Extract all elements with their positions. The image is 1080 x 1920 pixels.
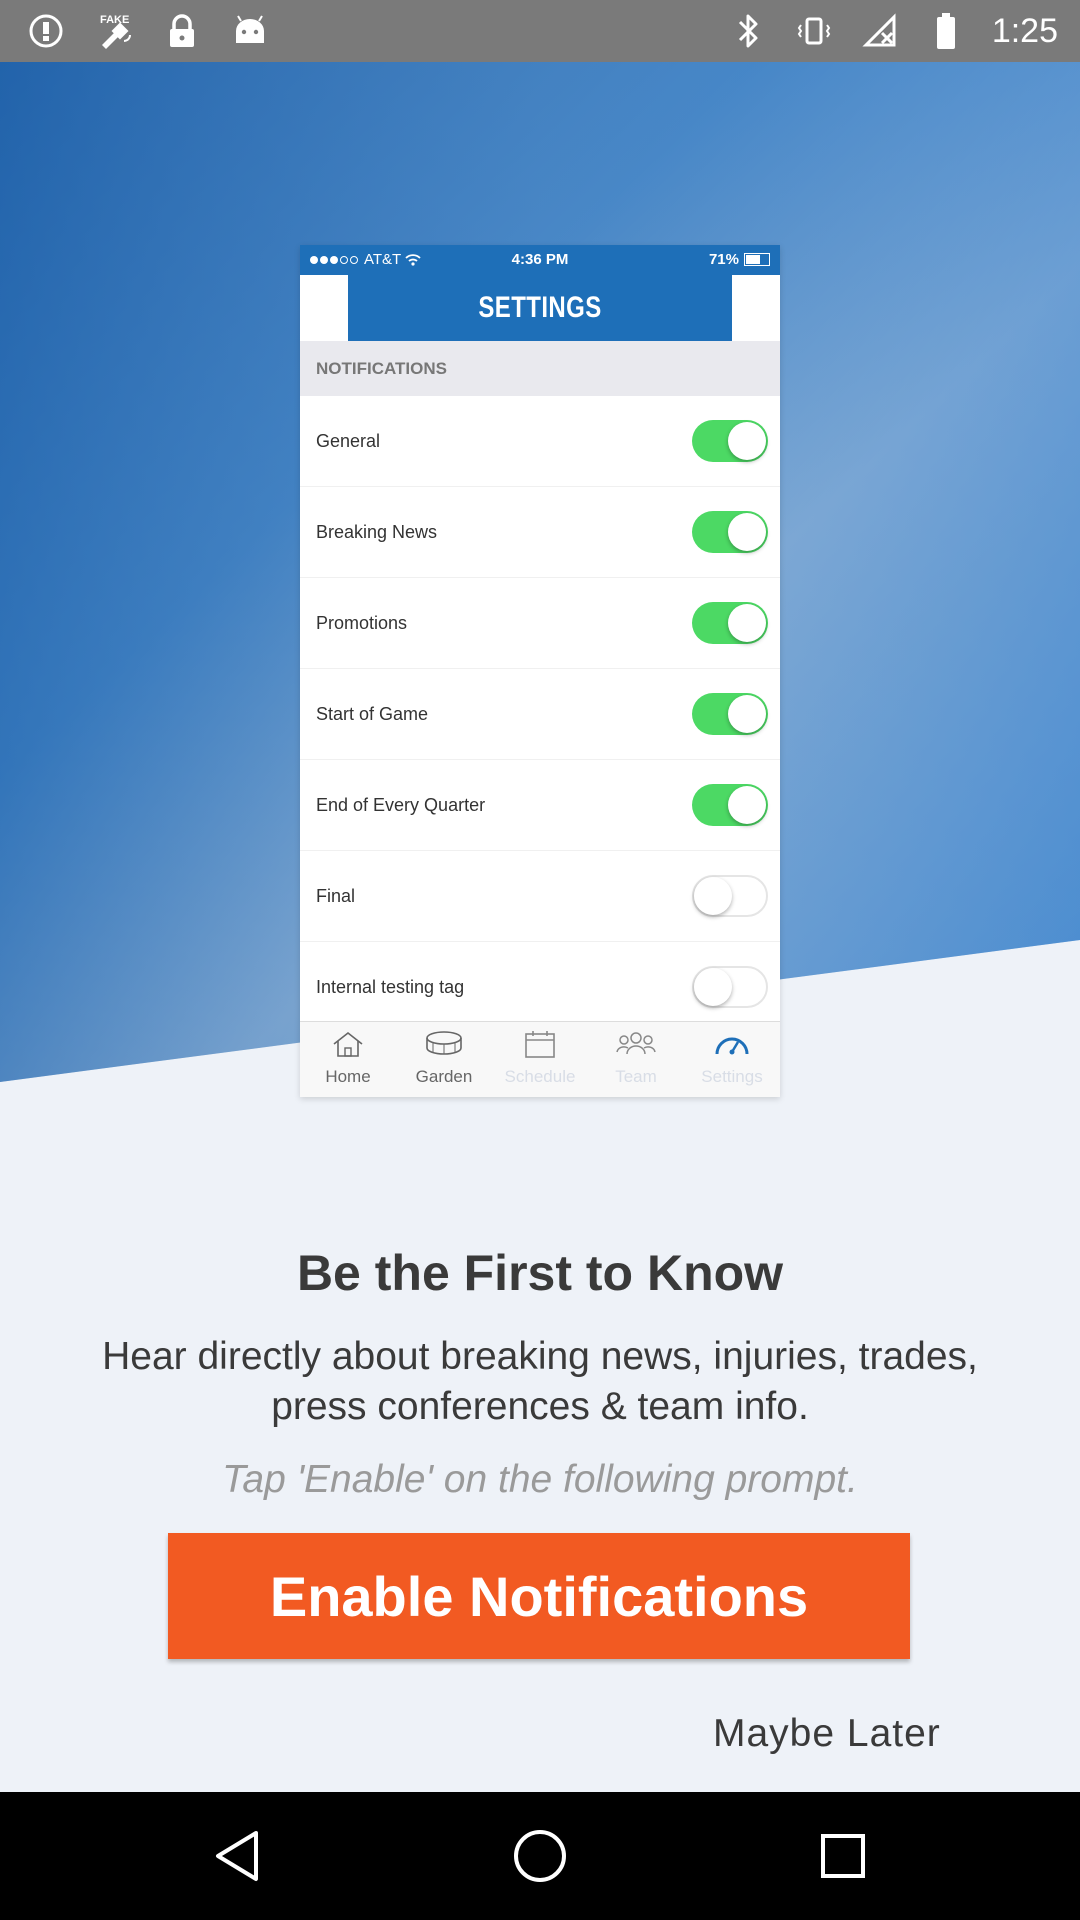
preview-battery-percent: 71% [708,251,739,268]
preview-tab-home: Home [300,1022,396,1097]
home-icon [330,1030,366,1067]
preview-notification-label: General [316,431,381,451]
enable-notifications-button[interactable]: Enable Notifications [168,1533,910,1659]
preview-tab-garden: Garden [396,1022,492,1097]
toggle-knob [728,422,766,460]
preview-notification-row: Breaking News [300,487,780,578]
status-bar-right: 1:25 [728,10,1058,52]
status-bar: FAKE 1:25 [0,0,1080,62]
toggle-knob [694,877,732,915]
preview-tab-label: Schedule [504,1067,576,1086]
preview-tab-schedule: Schedule [492,1022,588,1097]
navigation-bar [0,1792,1080,1920]
preview-tab-label: Garden [415,1067,473,1086]
calendar-icon [524,1030,556,1067]
preview-toggle-switch [692,420,768,462]
preview-notification-row: End of Every Quarter [300,760,780,851]
preview-tab-label: Team [615,1067,657,1086]
fake-gps-icon: FAKE [94,11,134,51]
alert-icon [26,11,66,51]
team-icon [616,1030,656,1067]
preview-toggle-switch [692,602,768,644]
toggle-knob [728,604,766,642]
preview-tab-team: Team [588,1022,684,1097]
battery-icon [744,253,770,266]
status-bar-left: FAKE [26,10,270,52]
preview-status-bar: AT&T 4:36 PM 71% [300,245,780,275]
preview-tab-label: Settings [701,1067,763,1086]
bluetooth-icon [728,11,768,51]
preview-toggle-switch [692,511,768,553]
preview-tab-bar: Home Garden Schedule Team Settings [300,1021,780,1097]
arena-icon [425,1030,463,1067]
preview-notification-label: Internal testing tag [316,977,465,997]
preview-toggle-switch [692,875,768,917]
preview-notification-row: Start of Game [300,669,780,760]
lock-icon [162,11,202,51]
android-icon [230,11,270,51]
vibrate-icon [794,11,834,51]
recents-icon[interactable] [813,1826,873,1886]
preview-section-title: NOTIFICATIONS [300,341,780,396]
settings-preview-screenshot: AT&T 4:36 PM 71% SETTINGS NOTIFICATIONS … [300,245,780,1097]
page-title: Be the First to Know [296,1245,784,1301]
preview-notification-label: End of Every Quarter [316,795,486,815]
gauge-icon [714,1030,750,1067]
toggle-knob [728,786,766,824]
preview-toggle-switch [692,693,768,735]
preview-notification-row: Final [300,851,780,942]
maybe-later-link[interactable]: Maybe Later [713,1712,941,1756]
home-icon[interactable] [510,1826,570,1886]
preview-header-title: SETTINGS [348,275,732,341]
page-subtitle: Hear directly about breaking news, injur… [102,1335,978,1428]
no-signal-icon [860,11,900,51]
svg-text:FAKE: FAKE [100,14,129,26]
prompt-hint: Tap 'Enable' on the following prompt. [222,1458,858,1501]
preview-notification-row: Internal testing tag [300,942,780,1033]
preview-toggle-switch [692,966,768,1008]
preview-notification-label: Breaking News [316,522,438,542]
preview-toggle-switch [692,784,768,826]
preview-notification-list: General Breaking News Promotions Start of G… [300,396,780,1033]
preview-notification-label: Final [316,886,356,906]
toggle-knob [728,513,766,551]
preview-tab-label: Home [325,1067,371,1086]
preview-notification-row: General [300,396,780,487]
status-time: 1:25 [991,11,1058,50]
preview-notification-label: Start of Game [316,704,429,724]
battery-icon [926,11,966,51]
back-icon[interactable] [207,1826,267,1886]
preview-notification-label: Promotions [316,613,408,633]
preview-battery: 71% [709,251,770,268]
toggle-knob [694,968,732,1006]
preview-notification-row: Promotions [300,578,780,669]
toggle-knob [728,695,766,733]
preview-tab-settings: Settings [684,1022,780,1097]
